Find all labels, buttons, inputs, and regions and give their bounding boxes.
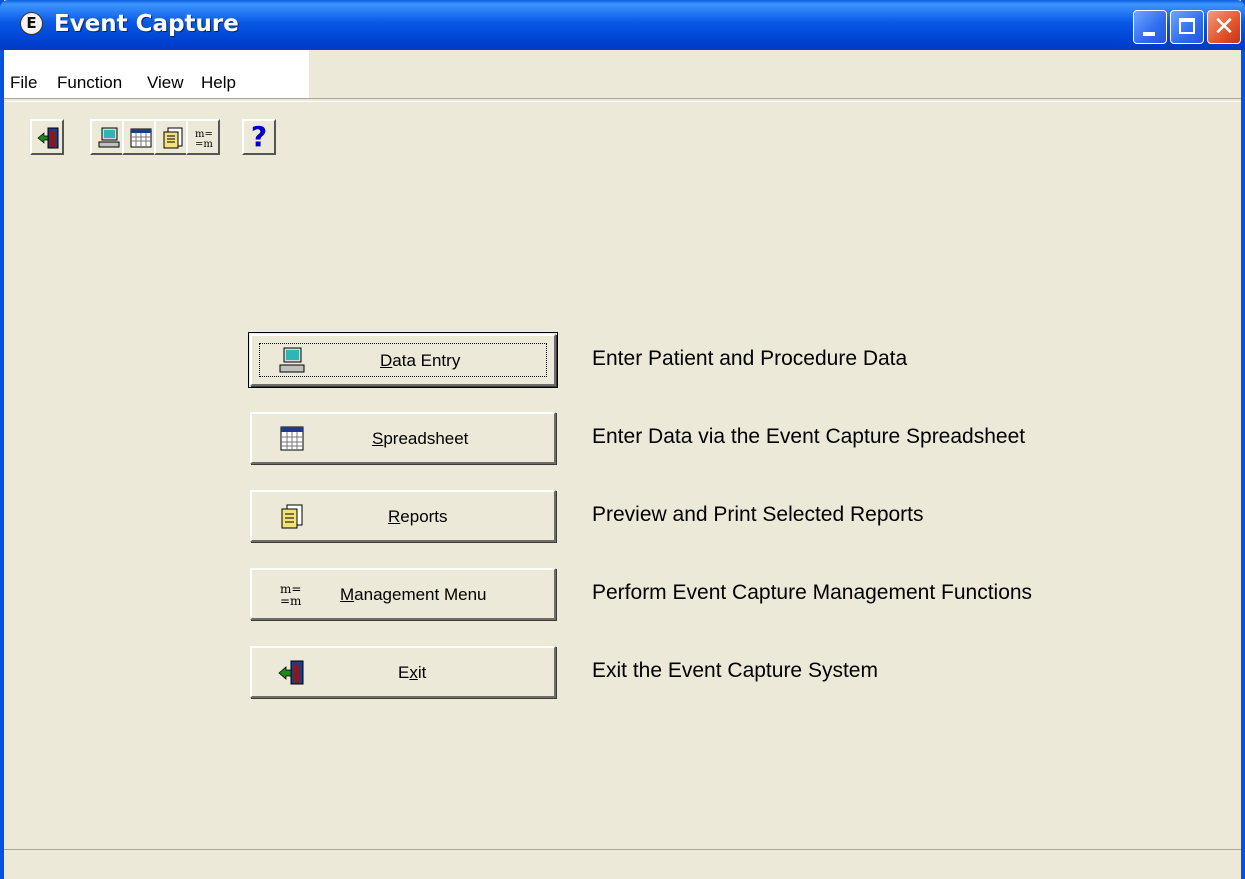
spreadsheet-icon [280,426,304,451]
data-entry-button[interactable]: Data Entry [248,332,558,388]
svg-text:=m: =m [280,594,302,608]
menu-function[interactable]: Function [57,73,122,93]
exit-button[interactable]: Exit [250,646,556,698]
spreadsheet-button[interactable]: Spreadsheet [250,412,556,464]
data-entry-icon [98,127,120,148]
menu-view[interactable]: View [147,73,184,93]
exit-icon [278,660,304,685]
minimize-button[interactable] [1133,10,1167,44]
reports-description: Preview and Print Selected Reports [592,503,924,526]
reports-button[interactable]: Reports [250,490,556,542]
reports-label: Reports [388,507,448,526]
toolbar-reports-button[interactable] [154,119,188,155]
minimize-icon [1143,32,1155,36]
management-menu-label: Management Menu [340,585,487,604]
management-menu-icon: m= =m [280,582,302,608]
menu-help[interactable]: Help [201,73,236,93]
toolbar-spreadsheet-button[interactable] [122,119,156,155]
menu-separator [4,98,1241,102]
reports-icon [163,127,183,149]
spreadsheet-label: Spreadsheet [372,429,469,448]
management-menu-icon: m= =m [195,129,213,150]
svg-text:=m: =m [195,139,213,150]
menu-file[interactable]: File [10,73,37,93]
toolbar-help-button[interactable]: ? [242,119,276,155]
status-bar [4,849,1241,879]
maximize-button[interactable] [1170,10,1204,44]
help-icon: ? [250,120,268,153]
title-bar[interactable]: E Event Capture ✕ [0,0,1245,50]
toolbar-management-menu-button[interactable]: m= =m [186,119,220,155]
toolbar-data-entry-button[interactable] [90,119,124,155]
data-entry-label: Data Entry [380,351,461,370]
event-capture-window: E Event Capture ✕ File Function View Hel… [0,0,1245,879]
data-entry-description: Enter Patient and Procedure Data [592,347,908,370]
exit-icon [37,127,59,149]
data-entry-icon [279,347,305,373]
spreadsheet-description: Enter Data via the Event Capture Spreads… [592,425,1026,448]
exit-label: Exit [398,663,427,682]
window-title: Event Capture [54,11,239,37]
management-menu-button[interactable]: m= =m Management Menu [250,568,556,620]
reports-icon [281,504,303,529]
spreadsheet-icon [130,128,152,148]
app-icon[interactable]: E [20,12,43,35]
maximize-icon [1179,18,1195,34]
toolbar-exit-button[interactable] [30,119,64,155]
exit-description: Exit the Event Capture System [592,659,878,682]
management-menu-description: Perform Event Capture Management Functio… [592,581,1033,604]
close-icon: ✕ [1213,12,1235,42]
close-button[interactable]: ✕ [1207,10,1241,44]
